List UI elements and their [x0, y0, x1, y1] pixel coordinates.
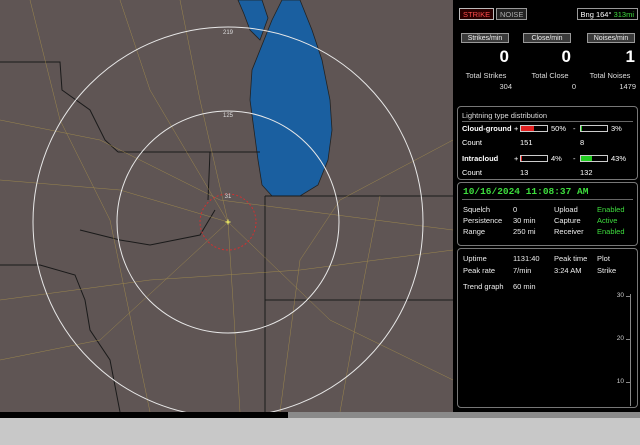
- axis-tick-30: [626, 296, 630, 297]
- axis-tick-10: [626, 382, 630, 383]
- strikes-per-min-label: Strikes/min: [461, 33, 509, 43]
- noises-per-min-label: Noises/min: [587, 33, 635, 43]
- capture-value: Active: [597, 216, 618, 225]
- close-per-min-value: 0: [561, 47, 571, 66]
- trend-graph-value: 60 min: [513, 282, 536, 291]
- persistence-value: 30 min: [513, 216, 536, 225]
- range-value: 313mi: [613, 10, 634, 19]
- intracloud-negative-bar: [580, 155, 608, 162]
- total-strikes-label: Total Strikes: [465, 71, 507, 80]
- cloud-ground-negative-pct: 3%: [611, 124, 622, 133]
- info-panel: STRIKE NOISE Bng 164° 313mi Strikes/min …: [455, 0, 640, 412]
- intracloud-minus-sign: -: [573, 154, 576, 163]
- distribution-divider: [462, 121, 633, 122]
- datetime-display: 10/16/2024 11:08:37 AM: [463, 186, 589, 197]
- total-strikes: Total Strikes 304: [457, 71, 515, 91]
- range-label: Range: [463, 227, 486, 236]
- plot-value: Strike: [597, 266, 617, 275]
- axis-label-10: 10: [616, 378, 624, 385]
- total-close-label: Total Close: [531, 71, 569, 80]
- trend-graph-axis: 30 20 10: [601, 292, 631, 406]
- peak-time-value: 3:24 AM: [554, 266, 582, 275]
- peak-rate-label: Peak rate: [463, 266, 496, 275]
- distribution-title: Lightning type distribution: [462, 111, 548, 120]
- axis-tick-20: [626, 339, 630, 340]
- rate-counters: Strikes/min 0 Close/min 0 Noises/min 1 T…: [459, 33, 638, 93]
- axis-label-30: 30: [616, 292, 624, 299]
- cloud-ground-label: Cloud-ground: [462, 124, 512, 133]
- land-background: [0, 0, 453, 412]
- cloud-ground-positive-fill: [521, 126, 534, 131]
- status-divider: [462, 199, 633, 200]
- squelch-value: 0: [513, 205, 518, 214]
- intracloud-negative-count: 132: [580, 168, 593, 177]
- cloud-ground-negative-count: 8: [580, 138, 585, 147]
- intracloud-label: Intracloud: [462, 154, 499, 163]
- upload-value: Enabled: [597, 205, 625, 214]
- lightning-distribution-panel: Lightning type distribution Cloud-ground…: [457, 106, 638, 180]
- noises-per-min-counter: Noises/min 1: [587, 33, 635, 67]
- capture-label: Capture: [554, 216, 581, 225]
- bottom-strip-left: [0, 412, 288, 418]
- strike-tab[interactable]: STRIKE: [459, 8, 495, 20]
- noise-tab[interactable]: NOISE: [496, 8, 528, 20]
- upload-label: Upload: [554, 205, 578, 214]
- peak-rate-value: 7/min: [513, 266, 532, 275]
- header-row: STRIKE NOISE Bng 164° 313mi: [459, 8, 638, 22]
- squelch-label: Squelch: [463, 205, 491, 214]
- persistence-label: Persistence: [463, 216, 503, 225]
- range-setting-value: 250 mi: [513, 227, 536, 236]
- cloud-ground-minus-sign: -: [573, 124, 576, 133]
- cloud-ground-plus-sign: +: [514, 124, 519, 133]
- total-close: Total Close 0: [521, 71, 579, 91]
- lightning-map[interactable]: 219 125 31: [0, 0, 454, 418]
- ring-label-inner: 31: [225, 194, 232, 200]
- cloud-ground-negative-bar: [580, 125, 608, 132]
- receiver-label: Receiver: [554, 227, 584, 236]
- strikes-per-min-counter: Strikes/min 0: [461, 33, 509, 67]
- map-canvas: 219 125 31: [0, 0, 454, 418]
- bearing-label: Bng 164°: [580, 10, 612, 19]
- bearing-readout: Bng 164° 313mi: [576, 8, 638, 20]
- bottom-strip: [0, 412, 640, 445]
- status-panel: 10/16/2024 11:08:37 AM Squelch 0 Persist…: [457, 182, 638, 246]
- total-noises: Total Noises 1479: [581, 71, 639, 91]
- cloud-ground-positive-bar: [520, 125, 548, 132]
- total-strikes-value: 304: [499, 82, 512, 91]
- cloud-ground-positive-count: 151: [520, 138, 533, 147]
- bottom-strip-right: [288, 412, 640, 418]
- intracloud-positive-count: 13: [520, 168, 529, 177]
- uptime-label: Uptime: [463, 254, 487, 263]
- cloud-ground-count-label: Count: [462, 138, 483, 147]
- intracloud-positive-fill: [521, 156, 523, 161]
- intracloud-positive-bar: [520, 155, 548, 162]
- intracloud-negative-pct: 43%: [611, 154, 627, 163]
- receiver-value: Enabled: [597, 227, 625, 236]
- uptime-value: 1131:40: [513, 254, 540, 263]
- total-close-value: 0: [571, 82, 576, 91]
- axis-label-20: 20: [616, 335, 624, 342]
- ring-label-outer: 219: [223, 30, 234, 36]
- intracloud-negative-fill: [581, 156, 593, 161]
- total-noises-value: 1479: [619, 82, 636, 91]
- total-noises-label: Total Noises: [589, 71, 631, 80]
- noises-per-min-value: 1: [625, 47, 635, 66]
- ring-label-middle: 125: [223, 113, 234, 119]
- intracloud-positive-pct: 4%: [551, 154, 562, 163]
- plot-label: Plot: [597, 254, 610, 263]
- strikes-per-min-value: 0: [499, 47, 509, 66]
- intracloud-count-label: Count: [462, 168, 483, 177]
- statistics-panel: Uptime 1131:40 Peak rate 7/min Peak time…: [457, 248, 638, 408]
- close-per-min-label: Close/min: [523, 33, 571, 43]
- close-per-min-counter: Close/min 0: [523, 33, 571, 67]
- peak-time-label: Peak time: [554, 254, 588, 263]
- cloud-ground-positive-pct: 50%: [551, 124, 567, 133]
- trend-graph-label: Trend graph: [463, 282, 504, 291]
- intracloud-plus-sign: +: [514, 154, 519, 163]
- cloud-ground-negative-fill: [581, 126, 582, 131]
